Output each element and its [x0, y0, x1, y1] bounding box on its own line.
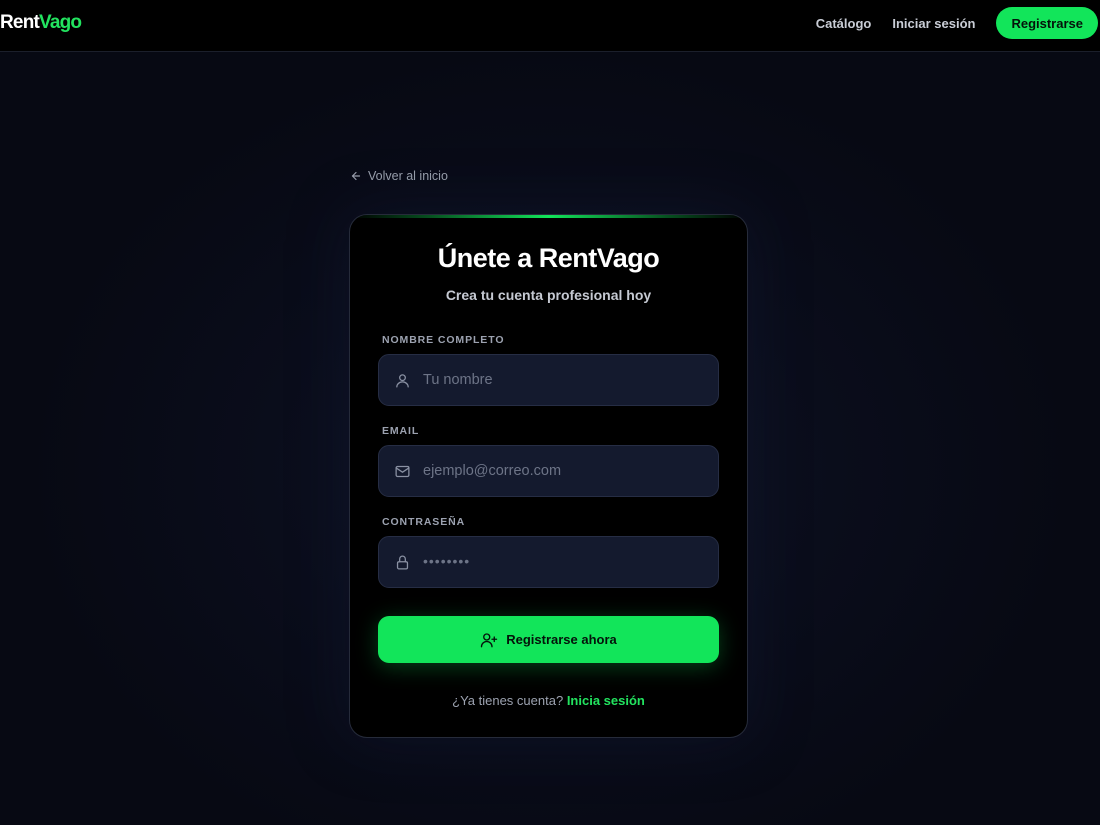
nav-link-login[interactable]: Iniciar sesión — [892, 16, 975, 31]
login-link[interactable]: Inicia sesión — [567, 693, 645, 708]
lock-icon — [393, 553, 411, 571]
user-plus-icon — [481, 632, 498, 647]
top-navbar: Rent Vago Catálogo Iniciar sesión Registr… — [0, 0, 1100, 52]
nav-links: Catálogo Iniciar sesión Registrarse — [816, 7, 1098, 39]
login-prompt: ¿Ya tienes cuenta? Inicia sesión — [350, 693, 747, 708]
password-field-label: CONTRASEÑA — [382, 516, 466, 528]
name-input[interactable] — [423, 355, 718, 405]
brand-logo-part1: Rent — [0, 12, 40, 33]
password-field[interactable] — [378, 536, 719, 588]
name-field-label: NOMBRE COMPLETO — [382, 334, 505, 346]
email-field-label: EMAIL — [382, 425, 420, 437]
back-to-home-link[interactable]: Volver al inicio — [350, 169, 448, 183]
card-top-glow — [350, 215, 747, 218]
brand-logo-part2: Vago — [39, 12, 82, 33]
login-prompt-text: ¿Ya tienes cuenta? — [452, 693, 564, 708]
nav-link-catalog[interactable]: Catálogo — [816, 16, 872, 31]
email-field[interactable] — [378, 445, 719, 497]
name-field[interactable] — [378, 354, 719, 406]
nav-register-button[interactable]: Registrarse — [996, 7, 1098, 39]
password-input[interactable] — [423, 537, 718, 587]
email-input[interactable] — [423, 446, 718, 496]
mail-icon — [393, 462, 411, 480]
back-link-label: Volver al inicio — [368, 169, 448, 183]
register-now-button[interactable]: Registrarse ahora — [378, 616, 719, 663]
register-card: Únete a RentVago Crea tu cuenta profesio… — [349, 214, 748, 738]
arrow-left-icon — [351, 171, 361, 181]
card-subtitle: Crea tu cuenta profesional hoy — [445, 287, 652, 303]
register-now-label: Registrarse ahora — [506, 632, 617, 647]
brand-logo[interactable]: Rent Vago — [0, 12, 82, 34]
user-icon — [393, 371, 411, 389]
card-title: Únete a RentVago — [437, 243, 660, 273]
